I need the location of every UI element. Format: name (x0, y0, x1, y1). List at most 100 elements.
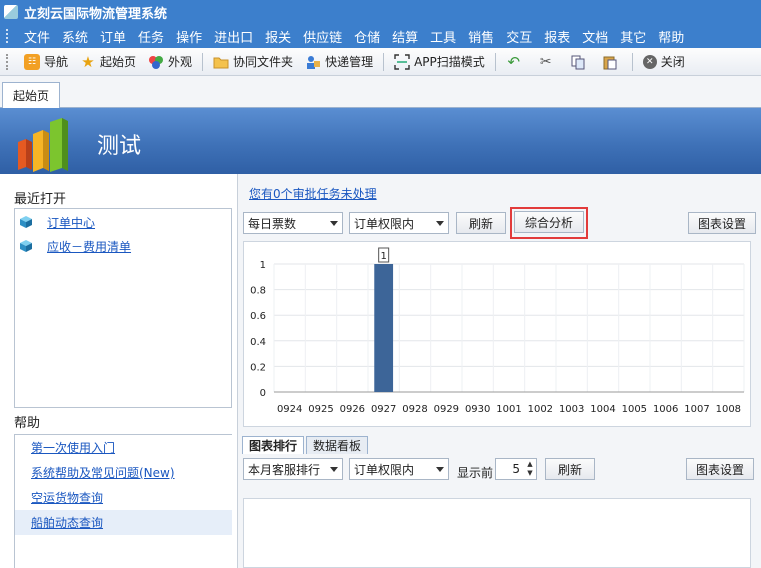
ranking-select-value: 本月客服排行 (248, 462, 321, 477)
x-tick-label: 1003 (559, 404, 584, 415)
navigation-icon: ☷ (24, 53, 40, 70)
undo-button[interactable]: ↶ (500, 51, 532, 73)
refresh-ranking-button[interactable]: 刷新 (545, 458, 595, 480)
shared-folder-button[interactable]: 协同文件夹 (207, 51, 299, 73)
metric-select[interactable]: 每日票数 (243, 212, 343, 234)
menu-interaction[interactable]: 交互 (500, 27, 538, 46)
refresh-button[interactable]: 刷新 (456, 212, 506, 234)
title-bar: 立刻云国际物流管理系统 (0, 0, 761, 24)
recent-list: 订单中心 应收－费用清单 (14, 208, 232, 408)
menu-other[interactable]: 其它 (614, 27, 652, 46)
close-button[interactable]: ✕ 关闭 (637, 51, 691, 73)
menu-documents[interactable]: 文档 (576, 27, 614, 46)
menu-warehouse[interactable]: 仓储 (348, 27, 386, 46)
menu-supply-chain[interactable]: 供应链 (297, 27, 348, 46)
help-item-label[interactable]: 第一次使用入门 (31, 439, 115, 456)
scan-icon (394, 53, 410, 70)
x-tick-label: 1006 (653, 404, 678, 415)
x-tick-label: 0929 (434, 404, 459, 415)
scope-select-value: 订单权限内 (354, 216, 415, 231)
recent-section-title: 最近打开 (14, 192, 67, 207)
help-item-air-cargo[interactable]: 空运货物查询 (15, 485, 232, 510)
navigation-button[interactable]: ☷ 导航 (18, 51, 74, 73)
menu-import-export[interactable]: 进出口 (208, 27, 259, 46)
analysis-button[interactable]: 综合分析 (514, 211, 584, 233)
scope-select[interactable]: 订单权限内 (349, 212, 449, 234)
window-title: 立刻云国际物流管理系统 (24, 6, 168, 22)
help-section-title: 帮助 (14, 416, 41, 431)
ranking-chart-settings-button[interactable]: 图表设置 (686, 458, 754, 480)
bar (374, 264, 394, 392)
menu-task[interactable]: 任务 (132, 27, 170, 46)
menu-reports[interactable]: 报表 (538, 27, 576, 46)
help-item-label[interactable]: 船舶动态查询 (31, 514, 103, 531)
ranking-chart-area (243, 498, 751, 568)
show-top-stepper[interactable]: 5 ▲ ▼ (495, 458, 537, 480)
paste-button[interactable] (596, 51, 628, 73)
x-tick-label: 0926 (340, 404, 365, 415)
app-icon (4, 5, 18, 19)
help-item-faq[interactable]: 系统帮助及常见问题(New) (15, 460, 232, 485)
menu-order[interactable]: 订单 (94, 27, 132, 46)
cube-icon (20, 216, 32, 228)
menu-sales[interactable]: 销售 (462, 27, 500, 46)
x-tick-label: 1001 (496, 404, 521, 415)
chart-settings-button[interactable]: 图表设置 (688, 212, 756, 234)
help-item-vessel-tracking[interactable]: 船舶动态查询 (15, 510, 232, 535)
courier-button[interactable]: 快递管理 (299, 51, 379, 73)
courier-icon (305, 54, 321, 70)
menu-customs[interactable]: 报关 (259, 27, 297, 46)
menu-help[interactable]: 帮助 (652, 27, 690, 46)
help-item-label[interactable]: 系统帮助及常见问题(New) (31, 464, 175, 481)
tab-start-page[interactable]: 起始页 (2, 82, 60, 108)
copy-button[interactable] (564, 51, 596, 73)
appearance-button[interactable]: 外观 (142, 51, 198, 73)
close-label: 关闭 (660, 55, 685, 69)
y-tick-label: 0.2 (250, 362, 266, 373)
y-tick-label: 0.8 (250, 286, 266, 297)
menu-grip (6, 29, 10, 43)
menu-system[interactable]: 系统 (56, 27, 94, 46)
help-item-label[interactable]: 空运货物查询 (31, 489, 103, 506)
ranking-scope-select[interactable]: 订单权限内 (349, 458, 449, 480)
recent-item-label[interactable]: 订单中心 (47, 214, 95, 231)
recent-item-receivable-fees[interactable]: 应收－费用清单 (15, 235, 231, 257)
app-scan-button[interactable]: APP扫描模式 (388, 51, 491, 73)
menu-settlement[interactable]: 结算 (386, 27, 424, 46)
help-list: 第一次使用入门 系统帮助及常见问题(New) 空运货物查询 船舶动态查询 (14, 434, 232, 568)
menu-operation[interactable]: 操作 (170, 27, 208, 46)
chevron-down-icon (436, 467, 444, 472)
bottom-tabs: 图表排行 数据看板 (242, 436, 370, 454)
cut-button[interactable]: ✂ (532, 51, 564, 73)
toolbar-separator (494, 52, 496, 71)
recent-item-order-center[interactable]: 订单中心 (15, 211, 231, 233)
x-tick-label: 1008 (716, 404, 741, 415)
x-tick-label: 0927 (371, 404, 396, 415)
stepper-arrows-icon[interactable]: ▲ ▼ (524, 459, 536, 479)
bar-chart-logo-icon (18, 118, 68, 172)
x-tick-label: 1004 (590, 404, 615, 415)
chart-canvas: 0 0.2 0.4 0.6 0.8 1 0924 0925 0926 1 0927 0928 0929 0… (250, 247, 745, 415)
menu-file[interactable]: 文件 (18, 27, 56, 46)
tab-data-board[interactable]: 数据看板 (306, 436, 369, 454)
toolbar-separator (631, 52, 633, 71)
tab-chart-ranking[interactable]: 图表排行 (242, 436, 305, 454)
courier-label: 快递管理 (325, 55, 374, 69)
paste-icon (602, 54, 618, 70)
ranking-scope-select-value: 订单权限内 (354, 462, 415, 477)
cube-icon (20, 240, 32, 252)
x-tick-label: 1007 (684, 404, 709, 415)
menu-tools[interactable]: 工具 (424, 27, 462, 46)
page-title: 测试 (97, 134, 142, 159)
recent-item-label[interactable]: 应收－费用清单 (47, 238, 131, 255)
x-tick-label: 0928 (402, 404, 427, 415)
toolbar: ☷ 导航 ★ 起始页 外观 协同文件夹 快递管理 APP扫描模式 ↶ ✂ ✕ 关… (0, 48, 761, 76)
pending-approvals-link[interactable]: 您有0个审批任务未处理 (249, 185, 377, 202)
ranking-select[interactable]: 本月客服排行 (243, 458, 343, 480)
help-item-getting-started[interactable]: 第一次使用入门 (15, 435, 232, 460)
show-top-label: 显示前 (457, 466, 494, 480)
left-panel: 最近打开 订单中心 应收－费用清单 帮助 第一次使用入门 系统帮助及常见问题(N… (0, 174, 238, 568)
start-page-button[interactable]: ★ 起始页 (74, 51, 142, 73)
folder-icon (213, 54, 229, 70)
y-tick-label: 0.4 (250, 337, 266, 348)
